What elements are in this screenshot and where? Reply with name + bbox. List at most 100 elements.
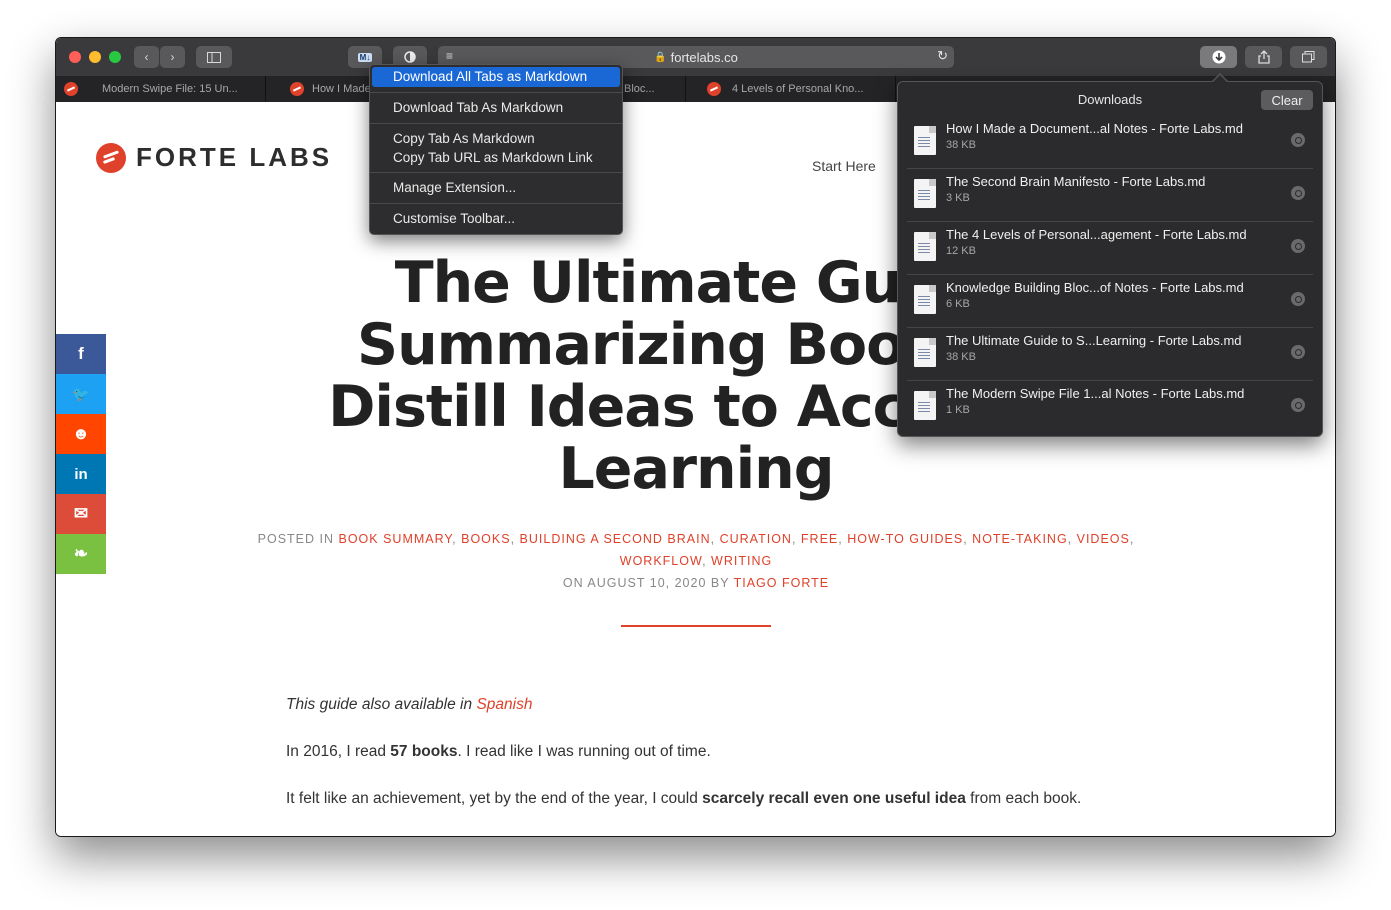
document-icon xyxy=(914,232,936,261)
site-logo[interactable]: FORTE LABS xyxy=(96,142,332,173)
tabs-icon xyxy=(1302,51,1315,63)
tab[interactable]: 4 Levels of Personal Kno... xyxy=(686,76,896,102)
share-evernote-button[interactable]: ❧ xyxy=(56,534,106,574)
paragraph: It felt like an achievement, yet by the … xyxy=(286,790,1081,808)
reveal-in-finder-icon[interactable] xyxy=(1291,398,1305,412)
download-item[interactable]: The Second Brain Manifesto - Forte Labs.… xyxy=(907,169,1313,222)
browser-toolbar: ‹ › M↓ ≡ 🔒 fortelabs.co ↻ xyxy=(56,38,1335,77)
share-linkedin-button[interactable]: in xyxy=(56,454,106,494)
download-size: 38 KB xyxy=(946,139,976,151)
reveal-in-finder-icon[interactable] xyxy=(1291,292,1305,306)
paragraph-text: from each book. xyxy=(970,790,1082,807)
menu-separator xyxy=(370,203,622,204)
title-divider xyxy=(621,625,771,627)
menu-separator xyxy=(370,92,622,93)
download-filename: The Second Brain Manifesto - Forte Labs.… xyxy=(946,174,1206,189)
download-size: 12 KB xyxy=(946,245,976,257)
paragraph: In 2016, I read 57 books. I read like I … xyxy=(286,743,711,761)
downloads-button[interactable] xyxy=(1200,46,1237,68)
reveal-in-finder-icon[interactable] xyxy=(1291,133,1305,147)
forte-labs-favicon xyxy=(707,82,721,96)
post-date: ON AUGUST 10, 2020 BY xyxy=(562,576,730,590)
category-link[interactable]: BOOKS xyxy=(461,532,510,546)
twitter-icon: 🐦 xyxy=(72,385,90,402)
download-filename: The 4 Levels of Personal...agement - For… xyxy=(946,227,1247,242)
share-reddit-button[interactable]: ☻ xyxy=(56,414,106,454)
download-item[interactable]: The Ultimate Guide to S...Learning - For… xyxy=(907,328,1313,381)
forte-labs-favicon xyxy=(64,82,78,96)
paragraph-text: It felt like an achievement, yet by the … xyxy=(286,790,698,807)
spanish-link[interactable]: Spanish xyxy=(476,696,532,713)
forte-labs-logo-icon xyxy=(96,142,126,173)
logo-text: FORTE LABS xyxy=(136,142,333,172)
menu-copy-tab[interactable]: Copy Tab As Markdown xyxy=(372,129,620,148)
downloads-popover: Downloads Clear How I Made a Document...… xyxy=(897,81,1323,437)
download-filename: Knowledge Building Bloc...of Notes - For… xyxy=(946,280,1244,295)
category-link[interactable]: WORKFLOW xyxy=(620,554,702,568)
reload-icon[interactable]: ↻ xyxy=(937,48,948,64)
menu-copy-tab-url[interactable]: Copy Tab URL as Markdown Link xyxy=(372,148,620,167)
tab-label: Bloc... xyxy=(624,83,655,95)
tab-label: How I Made xyxy=(312,83,371,95)
menu-manage-extension[interactable]: Manage Extension... xyxy=(372,178,620,198)
reveal-in-finder-icon[interactable] xyxy=(1291,186,1305,200)
download-filename: How I Made a Document...al Notes - Forte… xyxy=(946,121,1243,136)
reddit-icon: ☻ xyxy=(72,424,90,443)
back-button[interactable]: ‹ xyxy=(134,46,159,68)
share-email-button[interactable]: ✉ xyxy=(56,494,106,534)
menu-download-all-tabs[interactable]: Download All Tabs as Markdown xyxy=(372,67,620,87)
facebook-icon: f xyxy=(78,344,84,363)
share-twitter-button[interactable]: 🐦 xyxy=(56,374,106,414)
tab[interactable]: Modern Swipe File: 15 Un... xyxy=(56,76,266,102)
download-item[interactable]: The Modern Swipe File 1...al Notes - For… xyxy=(907,381,1313,433)
document-icon xyxy=(914,285,936,314)
markdown-extension-menu: Download All Tabs as Markdown Download T… xyxy=(369,64,623,235)
reveal-in-finder-icon[interactable] xyxy=(1291,239,1305,253)
share-button[interactable] xyxy=(1245,46,1282,68)
category-link[interactable]: NOTE-TAKING xyxy=(972,532,1068,546)
category-link[interactable]: CURATION xyxy=(720,532,792,546)
share-facebook-button[interactable]: f xyxy=(56,334,106,374)
markdown-icon: M↓ xyxy=(357,52,373,62)
author-link[interactable]: TIAGO FORTE xyxy=(734,576,830,590)
download-filename: The Ultimate Guide to S...Learning - For… xyxy=(946,333,1242,348)
tab-overview-button[interactable] xyxy=(1290,46,1327,68)
category-link[interactable]: BOOK SUMMARY xyxy=(339,532,453,546)
download-item[interactable]: The 4 Levels of Personal...agement - For… xyxy=(907,222,1313,275)
download-filename: The Modern Swipe File 1...al Notes - For… xyxy=(946,386,1245,401)
menu-separator xyxy=(370,172,622,173)
zoom-window-button[interactable] xyxy=(109,51,121,63)
posted-in-label: POSTED IN xyxy=(257,532,335,546)
download-item[interactable]: How I Made a Document...al Notes - Forte… xyxy=(907,116,1313,169)
translation-note: This guide also available in Spanish xyxy=(286,696,532,714)
chevron-right-icon: › xyxy=(170,50,175,64)
nav-start-here[interactable]: Start Here xyxy=(812,158,876,174)
reveal-in-finder-icon[interactable] xyxy=(1291,345,1305,359)
paragraph-bold: scarcely recall even one useful idea xyxy=(702,790,966,807)
category-link[interactable]: WRITING xyxy=(711,554,772,568)
clear-downloads-button[interactable]: Clear xyxy=(1261,90,1313,110)
download-item[interactable]: Knowledge Building Bloc...of Notes - For… xyxy=(907,275,1313,328)
menu-download-tab[interactable]: Download Tab As Markdown xyxy=(372,98,620,118)
note-text: This guide also available in xyxy=(286,696,473,713)
menu-separator xyxy=(370,123,622,124)
minimize-window-button[interactable] xyxy=(89,51,101,63)
tab-label: 4 Levels of Personal Kno... xyxy=(732,83,864,95)
sidebar-button[interactable] xyxy=(196,46,232,68)
email-icon: ✉ xyxy=(73,504,89,523)
category-link[interactable]: BUILDING A SECOND BRAIN xyxy=(520,532,711,546)
category-link[interactable]: HOW-TO GUIDES xyxy=(847,532,963,546)
category-link[interactable]: VIDEOS xyxy=(1077,532,1130,546)
download-size: 6 KB xyxy=(946,298,970,310)
document-icon xyxy=(914,391,936,420)
forward-button[interactable]: › xyxy=(160,46,185,68)
chevron-left-icon: ‹ xyxy=(144,50,149,64)
menu-customise-toolbar[interactable]: Customise Toolbar... xyxy=(372,209,620,229)
category-link[interactable]: FREE xyxy=(801,532,838,546)
reader-icon[interactable]: ≡ xyxy=(446,49,453,63)
evernote-icon: ❧ xyxy=(73,544,89,563)
share-icon xyxy=(1257,50,1270,64)
document-icon xyxy=(914,338,936,367)
lock-icon: 🔒 xyxy=(654,51,667,63)
close-window-button[interactable] xyxy=(69,51,81,63)
